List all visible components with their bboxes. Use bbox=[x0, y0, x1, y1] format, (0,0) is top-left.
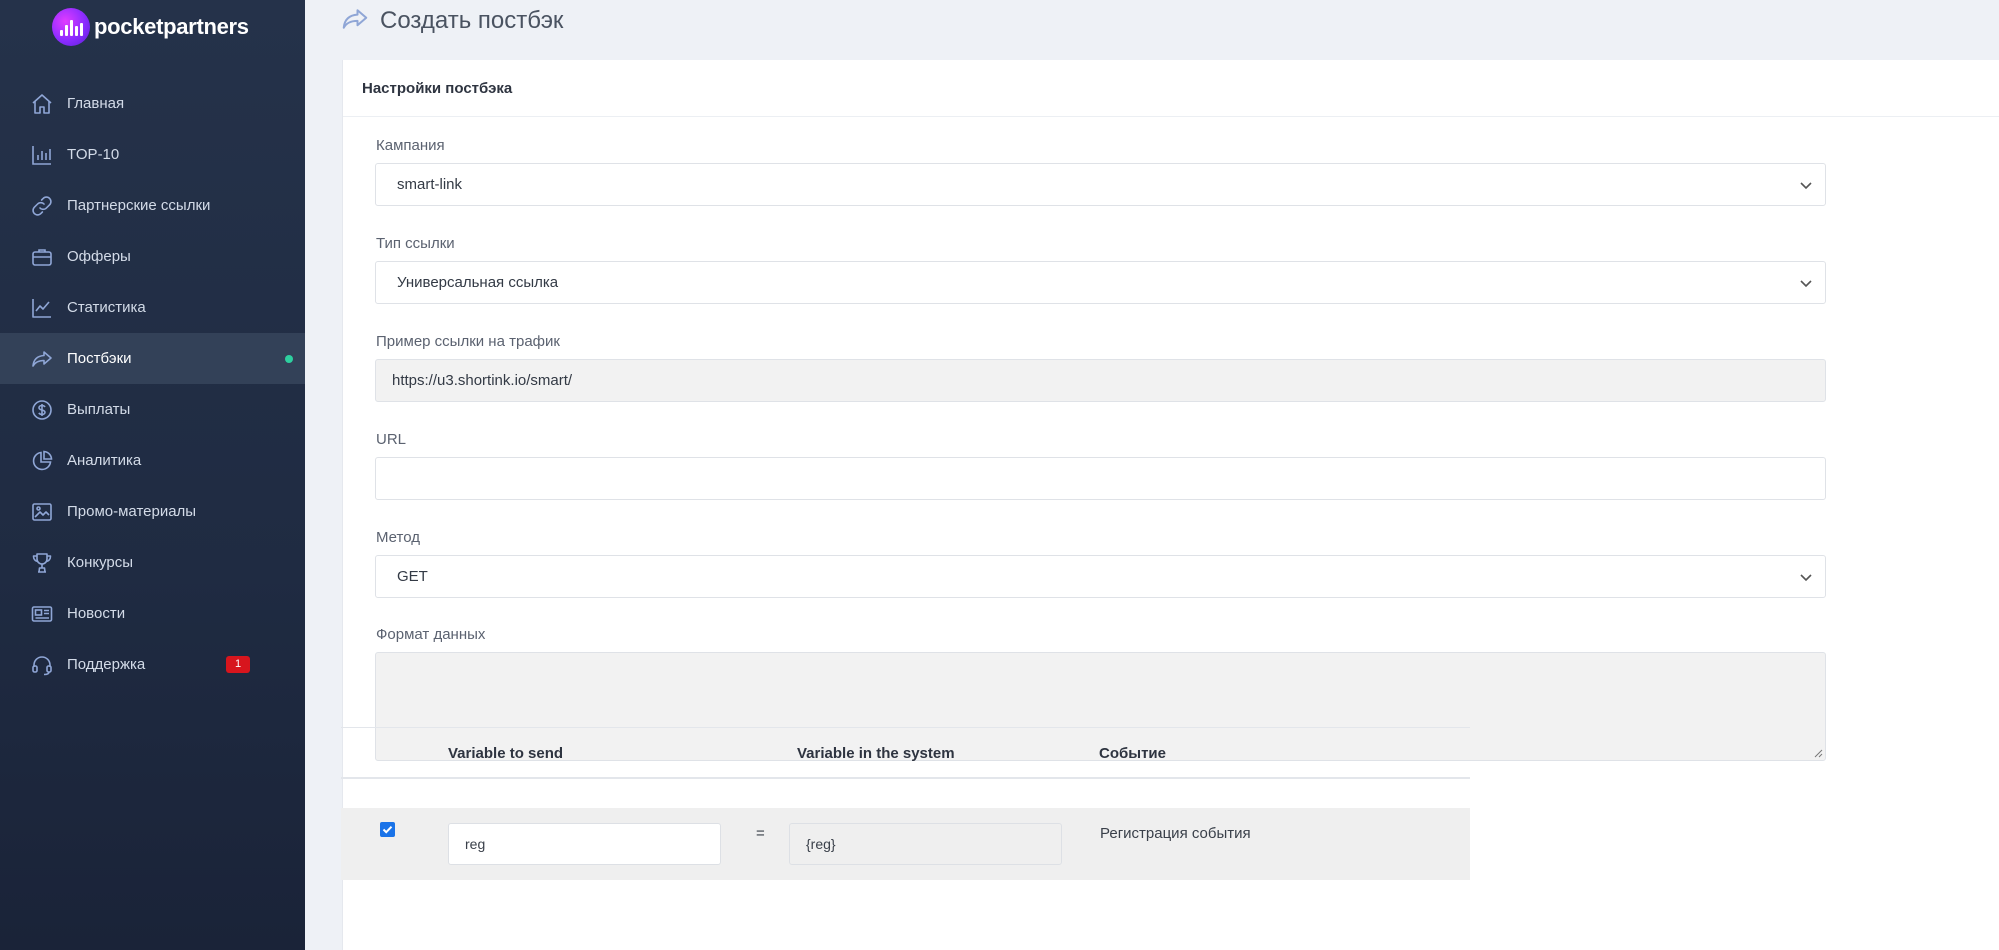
sidebar-item-label: Партнерские ссылки bbox=[67, 197, 211, 214]
variable-in-system-field: {reg} bbox=[789, 823, 1062, 865]
card-title: Настройки постбэка bbox=[343, 60, 1999, 117]
headset-icon bbox=[30, 653, 54, 677]
link-type-label: Тип ссылки bbox=[376, 235, 455, 252]
url-input[interactable] bbox=[375, 457, 1826, 500]
sidebar-item-label: Главная bbox=[67, 95, 125, 112]
table-row: reg = {reg} Регистрация события bbox=[341, 808, 1470, 880]
sidebar-item-label: TOP-10 bbox=[67, 146, 120, 163]
method-select-value: GET bbox=[397, 568, 428, 585]
method-select[interactable]: GET bbox=[375, 555, 1826, 598]
briefcase-icon bbox=[30, 245, 54, 269]
bar-chart-icon bbox=[30, 143, 54, 167]
sidebar-item-home[interactable]: Главная bbox=[0, 78, 305, 129]
sidebar-item-postbacks[interactable]: Постбэки bbox=[0, 333, 305, 384]
variable-to-send-input[interactable]: reg bbox=[448, 823, 721, 865]
sidebar-item-payouts[interactable]: Выплаты bbox=[0, 384, 305, 435]
share-arrow-icon bbox=[340, 4, 370, 39]
chevron-down-icon bbox=[1800, 280, 1812, 288]
trophy-icon bbox=[30, 551, 54, 575]
resize-grip-icon[interactable] bbox=[1813, 748, 1823, 758]
sidebar-item-contests[interactable]: Конкурсы bbox=[0, 537, 305, 588]
chevron-down-icon bbox=[1800, 182, 1812, 190]
pie-chart-icon bbox=[30, 449, 54, 473]
sidebar-item-label: Постбэки bbox=[67, 350, 132, 367]
traffic-example-value: https://u3.shortink.io/smart/ bbox=[392, 372, 573, 389]
newspaper-icon bbox=[30, 602, 54, 626]
campaign-select-value: smart-link bbox=[397, 176, 463, 193]
sidebar-item-label: Офферы bbox=[67, 248, 131, 265]
home-icon bbox=[30, 92, 54, 116]
image-icon bbox=[30, 500, 54, 524]
method-label: Метод bbox=[376, 529, 420, 546]
checkmark-icon bbox=[382, 826, 393, 834]
sidebar: pocketpartners Главная TOP-10 Партнерски… bbox=[0, 0, 305, 950]
sidebar-item-label: Промо-материалы bbox=[67, 503, 197, 520]
line-chart-icon bbox=[30, 296, 54, 320]
sidebar-item-label: Статистика bbox=[67, 299, 146, 316]
campaign-label: Кампания bbox=[376, 137, 445, 154]
sidebar-item-partner-links[interactable]: Партнерские ссылки bbox=[0, 180, 305, 231]
dollar-coin-icon bbox=[30, 398, 54, 422]
link-type-select[interactable]: Универсальная ссылка bbox=[375, 261, 1826, 304]
row-checkbox[interactable] bbox=[380, 822, 395, 837]
variable-to-send-value: reg bbox=[465, 836, 486, 852]
page-title: Создать постбэк bbox=[380, 7, 564, 34]
page-header: Создать постбэк bbox=[340, 0, 563, 42]
column-variable-in-system: Variable in the system bbox=[797, 745, 955, 762]
sidebar-item-news[interactable]: Новости bbox=[0, 588, 305, 639]
sidebar-item-label: Новости bbox=[67, 605, 126, 622]
column-variable-to-send: Variable to send bbox=[448, 745, 564, 762]
sidebar-item-promo[interactable]: Промо-материалы bbox=[0, 486, 305, 537]
chevron-down-icon bbox=[1800, 574, 1812, 582]
sidebar-nav: Главная TOP-10 Партнерские ссылки Офферы bbox=[0, 78, 305, 690]
sidebar-item-analytics[interactable]: Аналитика bbox=[0, 435, 305, 486]
campaign-select[interactable]: smart-link bbox=[375, 163, 1826, 206]
data-format-label: Формат данных bbox=[376, 626, 486, 643]
sidebar-item-statistics[interactable]: Статистика bbox=[0, 282, 305, 333]
sidebar-item-top10[interactable]: TOP-10 bbox=[0, 129, 305, 180]
brand-name: pocketpartners bbox=[94, 14, 249, 39]
variable-in-system-value: {reg} bbox=[806, 836, 836, 852]
sidebar-item-label: Выплаты bbox=[67, 401, 131, 418]
logo[interactable]: pocketpartners bbox=[52, 8, 249, 46]
sidebar-item-support[interactable]: Поддержка 1 bbox=[0, 639, 305, 690]
column-event: Событие bbox=[1099, 745, 1166, 762]
link-icon bbox=[30, 194, 54, 218]
app-root: pocketpartners Главная TOP-10 Партнерски… bbox=[0, 0, 1999, 950]
equals-sign: = bbox=[756, 825, 765, 842]
url-label: URL bbox=[376, 431, 407, 448]
sidebar-item-label: Аналитика bbox=[67, 452, 142, 469]
link-type-select-value: Универсальная ссылка bbox=[397, 274, 559, 291]
traffic-example-label: Пример ссылки на трафик bbox=[376, 333, 560, 350]
logo-mark-icon bbox=[52, 8, 90, 46]
sidebar-item-offers[interactable]: Офферы bbox=[0, 231, 305, 282]
notification-badge: 1 bbox=[226, 656, 250, 673]
active-indicator-dot bbox=[285, 355, 293, 363]
traffic-example-field[interactable]: https://u3.shortink.io/smart/ bbox=[375, 359, 1826, 402]
sidebar-item-label: Поддержка bbox=[67, 656, 146, 673]
event-name: Регистрация события bbox=[1100, 825, 1251, 842]
variables-table-header: Variable to send Variable in the system … bbox=[341, 727, 1470, 779]
share-arrow-icon bbox=[30, 347, 54, 371]
sidebar-item-label: Конкурсы bbox=[67, 554, 134, 571]
